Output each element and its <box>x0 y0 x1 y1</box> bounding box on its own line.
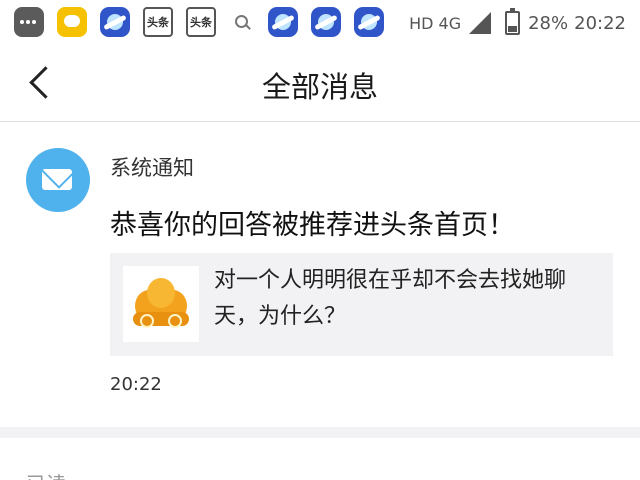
toutiao-icon: 头条 <box>186 7 216 37</box>
quoted-question-card[interactable]: 对一个人明明很在乎却不会去找她聊天，为什么？ <box>110 253 613 356</box>
network-type: HD 4G <box>409 13 462 33</box>
clock: 20:22 <box>574 12 626 34</box>
planet-icon <box>100 7 130 37</box>
notification-icons: 头条 头条 <box>14 5 397 39</box>
golden-cloud-icon <box>131 276 191 334</box>
status-bar: 头条 头条 HD 4G 28% 20:22 <box>0 0 640 44</box>
question-title: 对一个人明明很在乎却不会去找她聊天，为什么？ <box>214 268 567 329</box>
read-section-title: 已读 <box>26 468 66 480</box>
notification-headline: 恭喜你的回答被推荐进头条首页！ <box>110 210 515 241</box>
notification-time: 20:22 <box>110 374 162 395</box>
status-indicators: HD 4G 28% 20:22 <box>409 6 626 40</box>
section-divider <box>0 427 640 438</box>
notification-sender: 系统通知 <box>110 156 194 180</box>
question-thumbnail <box>123 266 199 342</box>
planet-icon <box>354 7 384 37</box>
notification-item[interactable]: 系统通知 恭喜你的回答被推荐进头条首页！ 对一个人明明很在乎却不会去找她聊天，为… <box>0 122 640 427</box>
planet-icon <box>311 7 341 37</box>
page-title: 全部消息 <box>261 70 378 104</box>
signal-icon <box>469 12 492 34</box>
battery-icon <box>505 8 521 35</box>
screen: 头条 头条 HD 4G 28% 20:22 全部消息 系统通知 恭喜你的回答被推… <box>0 0 640 480</box>
nav-bar: 全部消息 <box>0 44 640 122</box>
search-icon <box>229 7 255 37</box>
mail-icon <box>26 148 90 212</box>
read-section: 已读 <box>0 438 640 480</box>
battery-percent: 28% <box>528 12 569 34</box>
planet-icon <box>268 7 298 37</box>
more-icon <box>14 7 44 37</box>
toutiao-icon: 头条 <box>143 7 173 37</box>
message-icon <box>57 7 87 37</box>
